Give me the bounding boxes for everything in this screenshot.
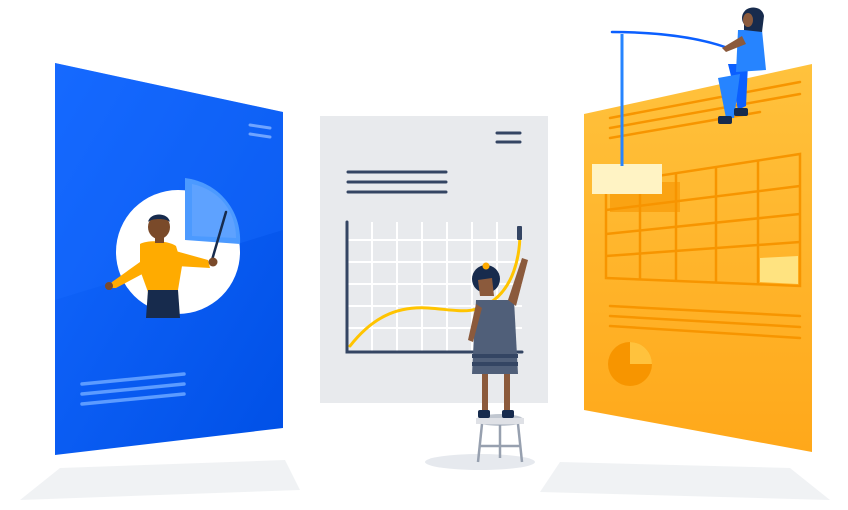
highlight-cell bbox=[760, 256, 798, 284]
orange-spreadsheet-panel bbox=[584, 64, 812, 452]
floor-shadows bbox=[20, 454, 830, 500]
blue-presentation-panel bbox=[55, 63, 283, 455]
illustration-scene bbox=[0, 0, 848, 510]
lifted-cell bbox=[592, 164, 662, 194]
illustration-svg bbox=[20, 7, 830, 500]
orange-pie bbox=[608, 342, 652, 386]
